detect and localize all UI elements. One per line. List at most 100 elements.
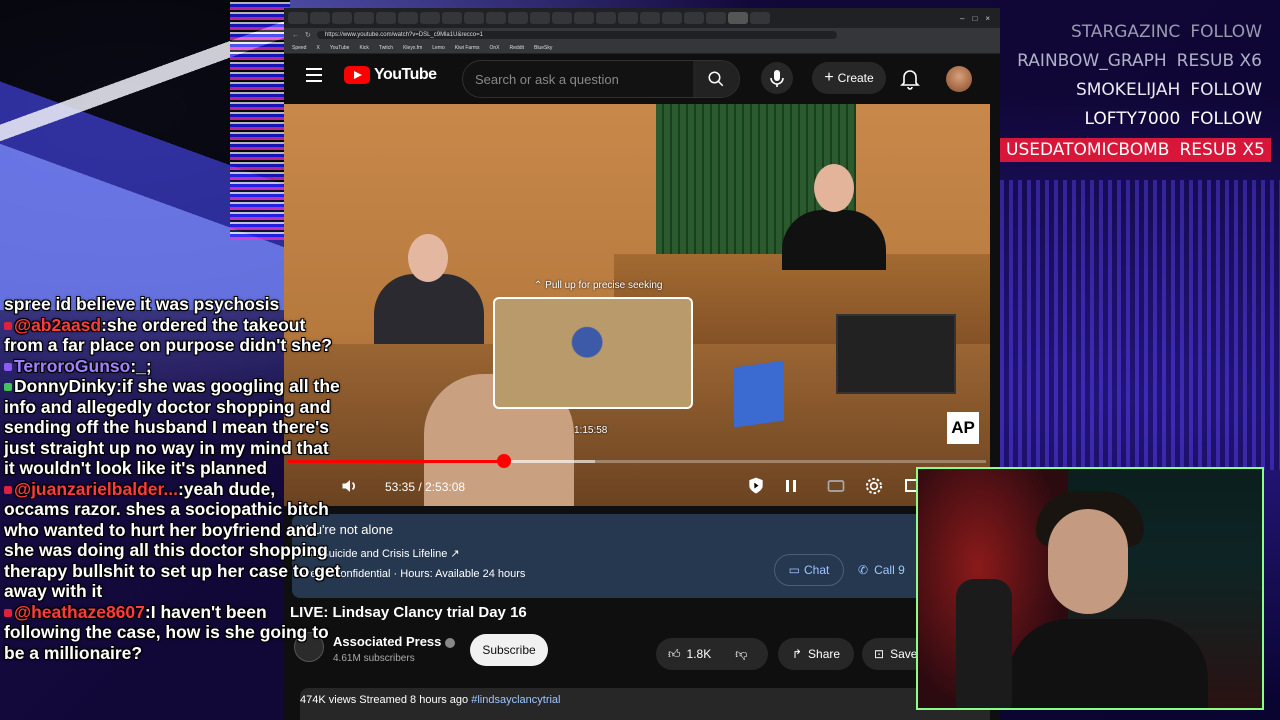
progress-buffered	[504, 460, 596, 463]
bookmark-item[interactable]: Kleyx.fm	[403, 45, 422, 51]
browser-tab[interactable]	[750, 12, 770, 24]
browser-tab[interactable]	[662, 12, 682, 24]
browser-tab[interactable]	[684, 12, 704, 24]
progress-bar[interactable]	[288, 454, 986, 468]
channel-name[interactable]: Associated Press	[333, 634, 456, 649]
browser-tab[interactable]	[288, 12, 308, 24]
settings-button[interactable]	[864, 476, 884, 501]
ap-watermark: AP	[947, 412, 979, 444]
browser-tab[interactable]	[508, 12, 528, 24]
browser-tab[interactable]	[420, 12, 440, 24]
youtube-logo[interactable]: YouTube	[344, 66, 437, 84]
pause-icon	[786, 480, 796, 492]
event-username: LOFTY7000	[1084, 109, 1181, 129]
subscriber-count: 4.61M subscribers	[333, 653, 415, 664]
account-avatar[interactable]	[946, 66, 972, 92]
browser-tab[interactable]	[354, 12, 374, 24]
stream-overlay: – □ × ← ↻ https://www.youtube.com/watch?…	[0, 0, 1280, 720]
voice-search-button[interactable]	[761, 62, 793, 94]
notifications-button[interactable]	[900, 68, 920, 95]
bookmark-item[interactable]: OnX	[490, 45, 500, 51]
close-icon[interactable]: ×	[985, 14, 990, 23]
like-count[interactable]: 1.8K	[687, 647, 712, 661]
thumbs-down-icon[interactable]: 👎︎	[735, 647, 747, 662]
browser-tab[interactable]	[486, 12, 506, 24]
url-field[interactable]: https://www.youtube.com/watch?v=DSL_c9Ml…	[316, 31, 837, 39]
browser-tab[interactable]	[530, 12, 550, 24]
browser-tab[interactable]	[618, 12, 638, 24]
hashtag-link[interactable]: #lindsayclancytrial	[471, 694, 560, 706]
browser-tab[interactable]	[552, 12, 572, 24]
bookmark-item[interactable]: Lemo	[432, 45, 445, 51]
glitch-decoration-right	[1000, 180, 1280, 470]
event-action: RESUB X5	[1179, 140, 1265, 160]
player-controls: 53:35 / 2:53:08	[284, 470, 990, 504]
bookmark-item[interactable]: Kick	[359, 45, 368, 51]
tab-strip: – □ ×	[284, 8, 1000, 28]
browser-tab[interactable]	[398, 12, 418, 24]
time-display: 53:35 / 2:53:08	[385, 480, 466, 494]
maximize-icon[interactable]: □	[972, 14, 977, 23]
event-action: FOLLOW	[1190, 109, 1262, 129]
browser-tab[interactable]	[706, 12, 726, 24]
chat-badge-icon	[4, 485, 12, 494]
webcam-feed	[916, 467, 1264, 710]
minimize-icon[interactable]: –	[960, 14, 964, 23]
browser-tab[interactable]	[442, 12, 462, 24]
search-button[interactable]	[693, 61, 739, 97]
browser-tab[interactable]	[464, 12, 484, 24]
bookmark-item[interactable]: YouTube	[330, 45, 350, 51]
crisis-resources-panel: You're not alone 988 Suicide and Crisis …	[292, 514, 992, 598]
create-button[interactable]: + Create	[812, 62, 886, 94]
chat-badge-icon	[4, 362, 12, 371]
browser-tab[interactable]	[574, 12, 594, 24]
event-username: RAINBOW_GRAPH	[1017, 51, 1167, 71]
video-frame-judge	[774, 164, 894, 274]
bookmark-item[interactable]: Reddit	[510, 45, 524, 51]
search-icon	[708, 71, 724, 87]
browser-tab[interactable]	[376, 12, 396, 24]
video-player[interactable]: ⌃ Pull up for precise seeking 1:15:58 AP…	[284, 104, 990, 506]
search-placeholder: Search or ask a question	[475, 71, 619, 87]
bookmark-icon: ⊡	[874, 647, 885, 661]
chat-badge-icon	[4, 321, 12, 330]
browser-tab[interactable]	[596, 12, 616, 24]
chat-username: @ab2aasd	[14, 314, 102, 335]
back-icon[interactable]: ←	[292, 32, 299, 39]
share-button[interactable]: ↱ Share	[778, 638, 854, 670]
gear-icon	[865, 477, 883, 495]
crisis-chat-button[interactable]: ▭ Chat	[774, 554, 844, 586]
chat-username: @juanzarielbalder...	[14, 478, 178, 499]
event-feed: STARGAZINC FOLLOW RAINBOW_GRAPH RESUB X6 SMO…	[1000, 22, 1271, 167]
pause-button[interactable]	[782, 476, 800, 501]
chat-message: DonnyDinky:if she was googling all the i…	[4, 376, 344, 479]
webcam-microphone	[956, 579, 1012, 708]
video-frame-monitor	[836, 314, 956, 394]
menu-icon[interactable]	[306, 68, 322, 82]
thumbs-up-icon[interactable]: 👍︎	[668, 647, 681, 662]
browser-tab[interactable]	[640, 12, 660, 24]
plus-icon: +	[824, 69, 834, 86]
seek-hint: ⌃ Pull up for precise seeking	[534, 280, 662, 291]
video-description[interactable]: 474K views Streamed 8 hours ago #lindsay…	[300, 688, 990, 720]
browser-tab[interactable]	[332, 12, 352, 24]
phone-icon: ✆	[858, 563, 869, 577]
bookmark-item[interactable]: Speed	[292, 45, 306, 51]
bookmark-item[interactable]: X	[316, 45, 319, 51]
bookmark-item[interactable]: BlueSky	[534, 45, 552, 51]
reload-icon[interactable]: ↻	[305, 31, 311, 39]
bookmark-item[interactable]: Twitch	[379, 45, 393, 51]
seek-preview-time: 1:15:58	[574, 425, 608, 436]
autoplay-toggle[interactable]	[746, 476, 766, 501]
chat-message: spree id believe it was psychosis	[4, 294, 344, 315]
search-input[interactable]: Search or ask a question	[462, 60, 740, 98]
browser-tab-active[interactable]	[728, 12, 748, 24]
subscribe-button[interactable]: Subscribe	[470, 634, 548, 666]
bookmark-item[interactable]: Kiwi Farms	[455, 45, 480, 51]
browser-tab[interactable]	[310, 12, 330, 24]
video-frame-attorney	[374, 234, 484, 344]
channel-name-text: Associated Press	[333, 634, 442, 649]
verified-icon	[445, 637, 456, 648]
chat-message: @ab2aasd:she ordered the takeout from a …	[4, 315, 344, 356]
captions-button[interactable]	[826, 476, 846, 501]
